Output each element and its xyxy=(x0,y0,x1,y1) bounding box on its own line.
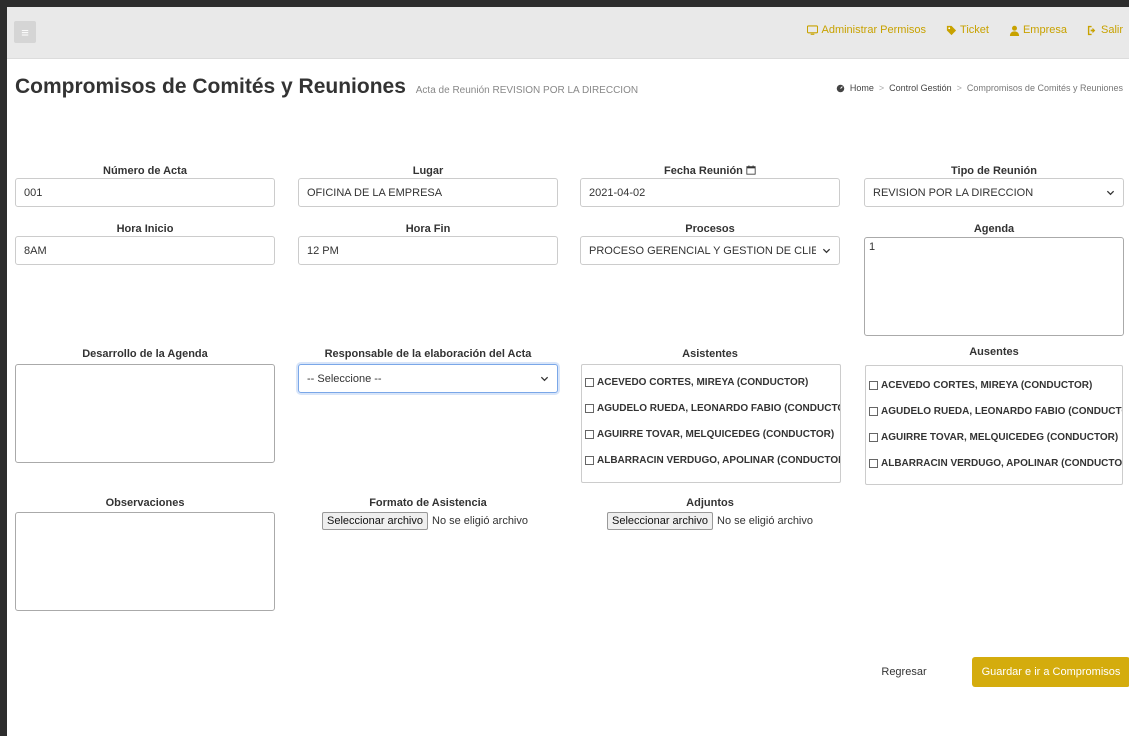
calendar-icon xyxy=(746,165,756,175)
nav-empresa[interactable]: Empresa xyxy=(1009,24,1067,36)
breadcrumb-home[interactable]: Home xyxy=(850,83,874,93)
ausente-item[interactable]: AGUIRRE TOVAR, MELQUICEDEG (CONDUCTOR) xyxy=(866,425,1122,450)
formato-asistencia-file-status: No se eligió archivo xyxy=(432,515,528,527)
asistente-name: AGUDELO RUEDA, LEONARDO FABIO (CONDUCTOR… xyxy=(597,403,840,414)
asistente-item[interactable]: AGUIRRE TOVAR, MELQUICEDEG (CONDUCTOR) xyxy=(582,422,840,447)
asistente-name: ACEVEDO CORTES, MIREYA (CONDUCTOR) xyxy=(597,377,809,388)
agenda-textarea[interactable]: 1 xyxy=(864,237,1124,336)
guardar-compromisos-button[interactable]: Guardar e ir a Compromisos xyxy=(972,657,1129,687)
asistente-item[interactable]: AGUDELO RUEDA, LEONARDO FABIO (CONDUCTOR… xyxy=(582,396,840,421)
formato-asistencia-file-button[interactable]: Seleccionar archivo xyxy=(322,512,428,530)
formato-asistencia-label: Formato de Asistencia xyxy=(369,497,487,509)
adjuntos-file-button[interactable]: Seleccionar archivo xyxy=(607,512,713,530)
page-header: Compromisos de Comités y Reuniones Acta … xyxy=(15,75,1123,105)
checkbox[interactable] xyxy=(869,407,878,416)
asistentes-list: ACEVEDO CORTES, MIREYA (CONDUCTOR) AGUDE… xyxy=(581,364,841,483)
observaciones-label: Observaciones xyxy=(105,497,185,509)
responsable-label: Responsable de la elaboración del Acta xyxy=(324,348,532,360)
ausente-name: ALBARRACIN VERDUGO, APOLINAR (CONDUCTOR) xyxy=(881,458,1122,469)
checkbox[interactable] xyxy=(585,456,594,465)
hora-fin-label: Hora Fin xyxy=(405,223,451,235)
regresar-button[interactable]: Regresar xyxy=(878,657,930,686)
nav-label: Empresa xyxy=(1022,24,1067,36)
dashboard-icon xyxy=(836,84,845,92)
checkbox[interactable] xyxy=(585,404,594,413)
tipo-reunion-label: Tipo de Reunión xyxy=(951,165,1037,177)
procesos-select[interactable]: PROCESO GERENCIAL Y GESTION DE CLIEN xyxy=(580,236,840,265)
chevron-down-icon xyxy=(1106,190,1115,196)
fecha-reunion-label: Fecha Reunión xyxy=(580,165,840,177)
nav-label: Administrar Permisos xyxy=(821,24,927,36)
chevron-down-icon xyxy=(540,376,549,382)
asistente-name: AGUIRRE TOVAR, MELQUICEDEG (CONDUCTOR) xyxy=(597,429,835,440)
ausente-item[interactable]: ALBARRACIN VERDUGO, APOLINAR (CONDUCTOR) xyxy=(866,451,1122,476)
numero-acta-label: Número de Acta xyxy=(103,165,187,177)
tipo-reunion-value: REVISION POR LA DIRECCION xyxy=(873,186,1034,199)
hora-inicio-input[interactable] xyxy=(15,236,275,265)
sidebar-toggle-button[interactable]: ≡ xyxy=(14,21,36,43)
asistentes-label: Asistentes xyxy=(682,348,738,360)
adjuntos-label: Adjuntos xyxy=(686,497,734,509)
checkbox[interactable] xyxy=(869,459,878,468)
chevron-down-icon xyxy=(822,248,831,254)
breadcrumb: Home > Control Gestión > Compromisos de … xyxy=(836,83,1123,93)
desarrollo-agenda-textarea[interactable] xyxy=(15,364,275,463)
monitor-icon xyxy=(807,24,819,35)
formato-asistencia-file: Seleccionar archivo No se eligió archivo xyxy=(322,512,528,530)
desarrollo-agenda-label: Desarrollo de la Agenda xyxy=(82,348,208,360)
procesos-value: PROCESO GERENCIAL Y GESTION DE CLIEN xyxy=(589,244,816,257)
procesos-label: Procesos xyxy=(685,223,735,235)
nav-salir[interactable]: Salir xyxy=(1087,24,1123,36)
checkbox[interactable] xyxy=(869,433,878,442)
asistente-name: ALBARRACIN VERDUGO, APOLINAR (CONDUCTOR) xyxy=(597,455,840,466)
adjuntos-file-status: No se eligió archivo xyxy=(717,515,813,527)
top-nav-links: Administrar Permisos Ticket Empresa Sali… xyxy=(807,24,1123,36)
asistente-item[interactable]: ALBARRACIN VERDUGO, APOLINAR (CONDUCTOR) xyxy=(582,448,840,473)
ausente-name: ACEVEDO CORTES, MIREYA (CONDUCTOR) xyxy=(881,380,1093,391)
lugar-input[interactable] xyxy=(298,178,558,207)
nav-label: Salir xyxy=(1100,24,1123,36)
breadcrumb-separator: > xyxy=(878,83,885,93)
ausente-item[interactable]: ACEVEDO CORTES, MIREYA (CONDUCTOR) xyxy=(866,373,1122,398)
hamburger-icon: ≡ xyxy=(21,24,29,40)
ausente-name: AGUDELO RUEDA, LEONARDO FABIO (CONDUCTOR… xyxy=(881,406,1122,417)
app-frame: ≡ Administrar Permisos Ticket Empresa Sa… xyxy=(0,0,1129,736)
responsable-select[interactable]: -- Seleccione -- xyxy=(298,364,558,393)
ausente-item[interactable]: AGUDELO RUEDA, LEONARDO FABIO (CONDUCTOR… xyxy=(866,399,1122,424)
tipo-reunion-select[interactable]: REVISION POR LA DIRECCION xyxy=(864,178,1124,207)
nav-ticket[interactable]: Ticket xyxy=(946,24,989,36)
agenda-label: Agenda xyxy=(973,223,1015,235)
lugar-label: Lugar xyxy=(412,165,444,177)
fecha-reunion-label-text: Fecha Reunión xyxy=(664,165,743,177)
breadcrumb-control-gestion[interactable]: Control Gestión xyxy=(889,83,952,93)
breadcrumb-current: Compromisos de Comités y Reuniones xyxy=(966,83,1123,93)
fecha-reunion-input[interactable] xyxy=(580,178,840,207)
checkbox[interactable] xyxy=(585,430,594,439)
ausentes-list: ACEVEDO CORTES, MIREYA (CONDUCTOR) AGUDE… xyxy=(865,365,1123,485)
page-subtitle: Acta de Reunión REVISION POR LA DIRECCIO… xyxy=(415,85,639,96)
ausente-name: AGUIRRE TOVAR, MELQUICEDEG (CONDUCTOR) xyxy=(881,432,1119,443)
nav-label: Ticket xyxy=(960,24,989,36)
asistente-item[interactable]: ACEVEDO CORTES, MIREYA (CONDUCTOR) xyxy=(582,370,840,395)
hora-inicio-label: Hora Inicio xyxy=(116,223,174,235)
top-navbar: ≡ Administrar Permisos Ticket Empresa Sa… xyxy=(7,7,1129,59)
responsable-value: -- Seleccione -- xyxy=(307,372,382,385)
hora-fin-input[interactable] xyxy=(298,236,558,265)
page-title: Compromisos de Comités y Reuniones Acta … xyxy=(15,75,638,99)
user-icon xyxy=(1009,25,1020,36)
breadcrumb-separator: > xyxy=(956,83,962,93)
observaciones-textarea[interactable] xyxy=(15,512,275,611)
checkbox[interactable] xyxy=(585,378,594,387)
adjuntos-file: Seleccionar archivo No se eligió archivo xyxy=(607,512,813,530)
sign-out-icon xyxy=(1087,25,1096,35)
nav-administrar-permisos[interactable]: Administrar Permisos xyxy=(807,24,926,36)
page-title-text: Compromisos de Comités y Reuniones xyxy=(15,75,406,98)
tag-icon xyxy=(946,25,957,35)
ausentes-label: Ausentes xyxy=(969,346,1019,358)
checkbox[interactable] xyxy=(869,381,878,390)
numero-acta-input[interactable] xyxy=(15,178,275,207)
